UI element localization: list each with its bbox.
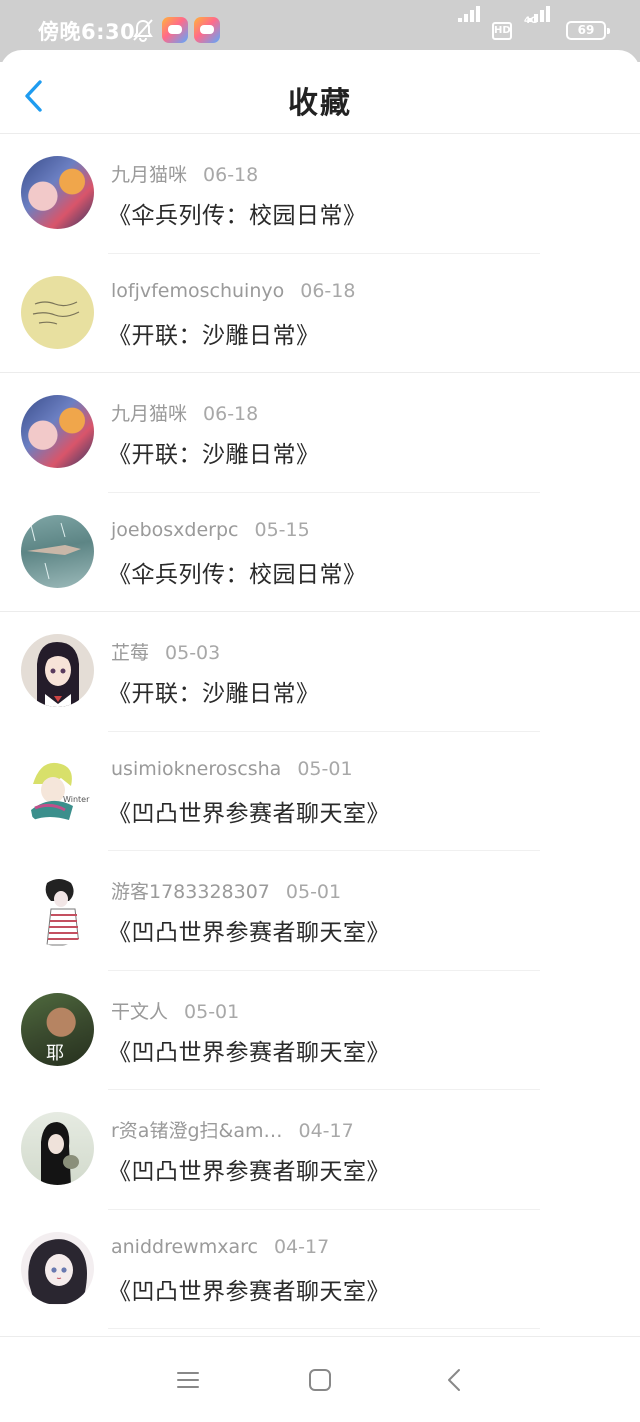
room-title: 《开联：沙雕日常》 bbox=[108, 322, 320, 349]
list-item[interactable]: aniddrewmxarc 04-17 《凹凸世界参赛者聊天室》 bbox=[0, 1210, 640, 1330]
username: joebosxderpc bbox=[111, 518, 239, 541]
avatar[interactable] bbox=[21, 1231, 94, 1305]
room-title: 《凹凸世界参赛者聊天室》 bbox=[108, 1159, 390, 1185]
avatar-text: Winter bbox=[63, 795, 90, 804]
avatar-text: 耶 bbox=[46, 1043, 64, 1064]
date: 05-01 bbox=[297, 757, 353, 780]
room-title: 《开联：沙雕日常》 bbox=[108, 442, 320, 468]
room-title: 《凹凸世界参赛者聊天室》 bbox=[108, 1039, 390, 1066]
bell-muted-icon bbox=[133, 19, 153, 42]
username: 九月猫咪 bbox=[111, 164, 188, 186]
signal-icon bbox=[458, 4, 488, 22]
avatar[interactable] bbox=[21, 395, 94, 468]
username: aniddrewmxarc bbox=[111, 1235, 258, 1258]
username: 干文人 bbox=[111, 1000, 169, 1023]
game-app-icon bbox=[194, 17, 220, 43]
room-title: 《开联：沙雕日常》 bbox=[108, 681, 320, 707]
hd-badge: HD bbox=[492, 22, 512, 40]
date: 06-18 bbox=[203, 164, 259, 186]
date: 05-03 bbox=[165, 642, 221, 664]
username: 芷莓 bbox=[111, 642, 150, 664]
room-title: 《凹凸世界参赛者聊天室》 bbox=[108, 1278, 390, 1305]
list-item[interactable]: lofjvfemoschuinyo 06-18 《开联：沙雕日常》 bbox=[0, 254, 640, 374]
room-title: 《凹凸世界参赛者聊天室》 bbox=[108, 800, 390, 827]
date: 05-01 bbox=[285, 881, 342, 903]
list-item[interactable]: 耶 干文人 05-01 《凹凸世界参赛者聊天室》 bbox=[0, 971, 640, 1091]
list-item[interactable]: 游客1783328307 05-01 《凹凸世界参赛者聊天室》 bbox=[0, 851, 640, 971]
avatar[interactable]: 耶 bbox=[21, 992, 94, 1066]
avatar[interactable] bbox=[21, 156, 94, 229]
date: 05-01 bbox=[184, 1000, 240, 1023]
avatar[interactable] bbox=[21, 634, 94, 707]
username: usimiokneroscsha bbox=[111, 757, 282, 780]
home-square-icon[interactable] bbox=[305, 1365, 335, 1395]
date: 04-17 bbox=[298, 1120, 354, 1142]
avatar[interactable] bbox=[21, 873, 94, 946]
room-title: 《伞兵列传：校园日常》 bbox=[108, 561, 367, 588]
system-nav-bar bbox=[0, 1336, 640, 1422]
game-app-icon bbox=[162, 17, 188, 43]
room-title: 《伞兵列传：校园日常》 bbox=[108, 203, 367, 229]
username: 九月猫咪 bbox=[111, 403, 188, 425]
list-item[interactable]: joebosxderpc 05-15 《伞兵列传：校园日常》 bbox=[0, 493, 640, 613]
page-header: 收藏 bbox=[0, 50, 640, 134]
username: lofjvfemoschuinyo bbox=[111, 279, 285, 302]
list-item[interactable]: 芷莓 05-03 《开联：沙雕日常》 bbox=[0, 612, 640, 732]
date: 06-18 bbox=[300, 279, 356, 302]
date: 04-17 bbox=[273, 1235, 330, 1258]
page-title: 收藏 bbox=[288, 86, 352, 121]
list-item[interactable]: Winter usimiokneroscsha 05-01 《凹凸世界参赛者聊天室… bbox=[0, 732, 640, 852]
avatar[interactable]: Winter bbox=[21, 753, 94, 827]
list-item[interactable]: r资a锗澄g扫&am… 04-17 《凹凸世界参赛者聊天室》 bbox=[0, 1090, 640, 1210]
signal-icon bbox=[526, 4, 556, 22]
date: 05-15 bbox=[254, 518, 310, 541]
username: 游客1783328307 bbox=[111, 881, 270, 903]
back-triangle-icon[interactable] bbox=[440, 1365, 470, 1395]
list-item[interactable]: 九月猫咪 06-18 《开联：沙雕日常》 bbox=[0, 373, 640, 493]
avatar[interactable] bbox=[21, 514, 94, 588]
list-item[interactable]: 九月猫咪 06-18 《伞兵列传：校园日常》 bbox=[0, 134, 640, 254]
battery-indicator: 69 bbox=[566, 21, 610, 40]
room-title: 《凹凸世界参赛者聊天室》 bbox=[108, 920, 390, 946]
favorites-list: 九月猫咪 06-18 《伞兵列传：校园日常》 lofjvfemoschuinyo 0… bbox=[0, 134, 640, 1329]
date: 06-18 bbox=[203, 403, 259, 425]
status-time: 傍晚6:30 bbox=[38, 20, 136, 44]
avatar[interactable] bbox=[21, 1112, 94, 1185]
avatar[interactable] bbox=[21, 275, 94, 349]
username: r资a锗澄g扫&am… bbox=[111, 1120, 283, 1142]
menu-icon[interactable] bbox=[173, 1365, 203, 1395]
